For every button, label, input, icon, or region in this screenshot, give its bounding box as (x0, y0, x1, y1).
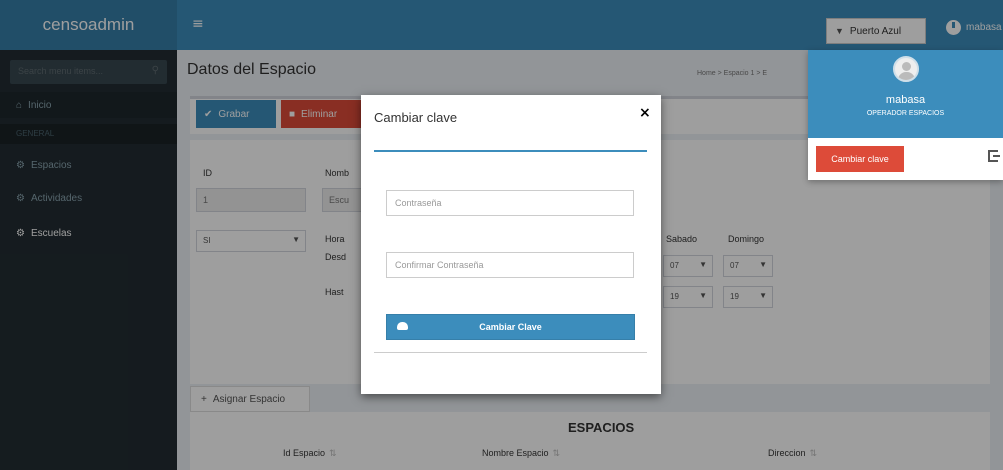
user-name: mabasa (885, 94, 926, 106)
modal-title: Cambiar clave (374, 110, 458, 125)
user-role: OPERADOR ESPACIOS (866, 110, 945, 117)
change-password-modal: Cambiar clave × Cambiar Clave (361, 95, 661, 394)
user-dropdown: mabasa OPERADOR ESPACIOS Cambiar clave (808, 50, 1003, 180)
cloud-upload-icon (397, 322, 408, 330)
modal-footer-divider (374, 352, 647, 353)
submit-label: Cambiar Clave (479, 322, 542, 332)
avatar (893, 56, 919, 82)
close-icon[interactable]: × (639, 105, 651, 121)
change-password-submit-button[interactable]: Cambiar Clave (386, 314, 635, 340)
modal-divider (374, 150, 647, 152)
confirm-password-input[interactable] (386, 252, 634, 278)
change-password-button[interactable]: Cambiar clave (816, 146, 904, 172)
sign-out-icon[interactable] (988, 150, 1000, 162)
password-input[interactable] (386, 190, 634, 216)
user-header: mabasa OPERADOR ESPACIOS (808, 50, 1003, 138)
